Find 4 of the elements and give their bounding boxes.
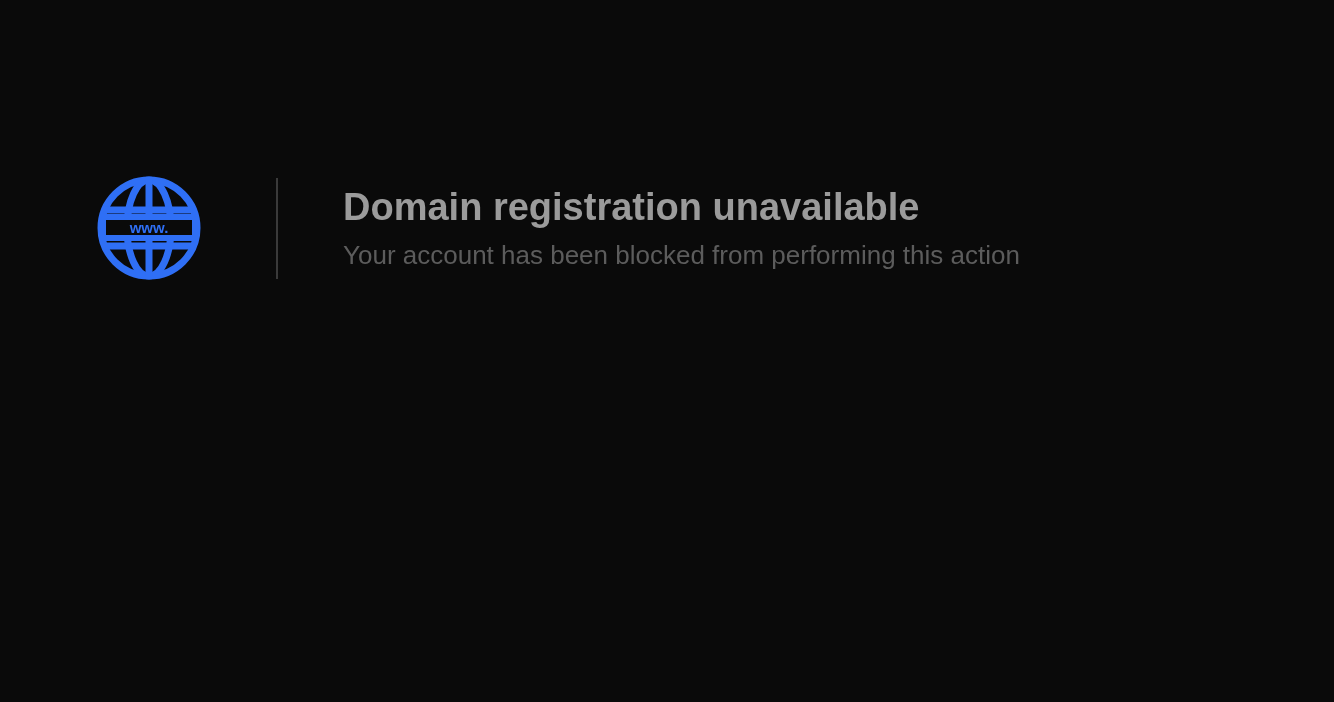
message: Your account has been blocked from performing this action [343, 239, 1020, 272]
globe-icon [97, 176, 201, 280]
icon-label: www. [128, 218, 170, 238]
title: Domain registration unavailable [343, 185, 921, 230]
